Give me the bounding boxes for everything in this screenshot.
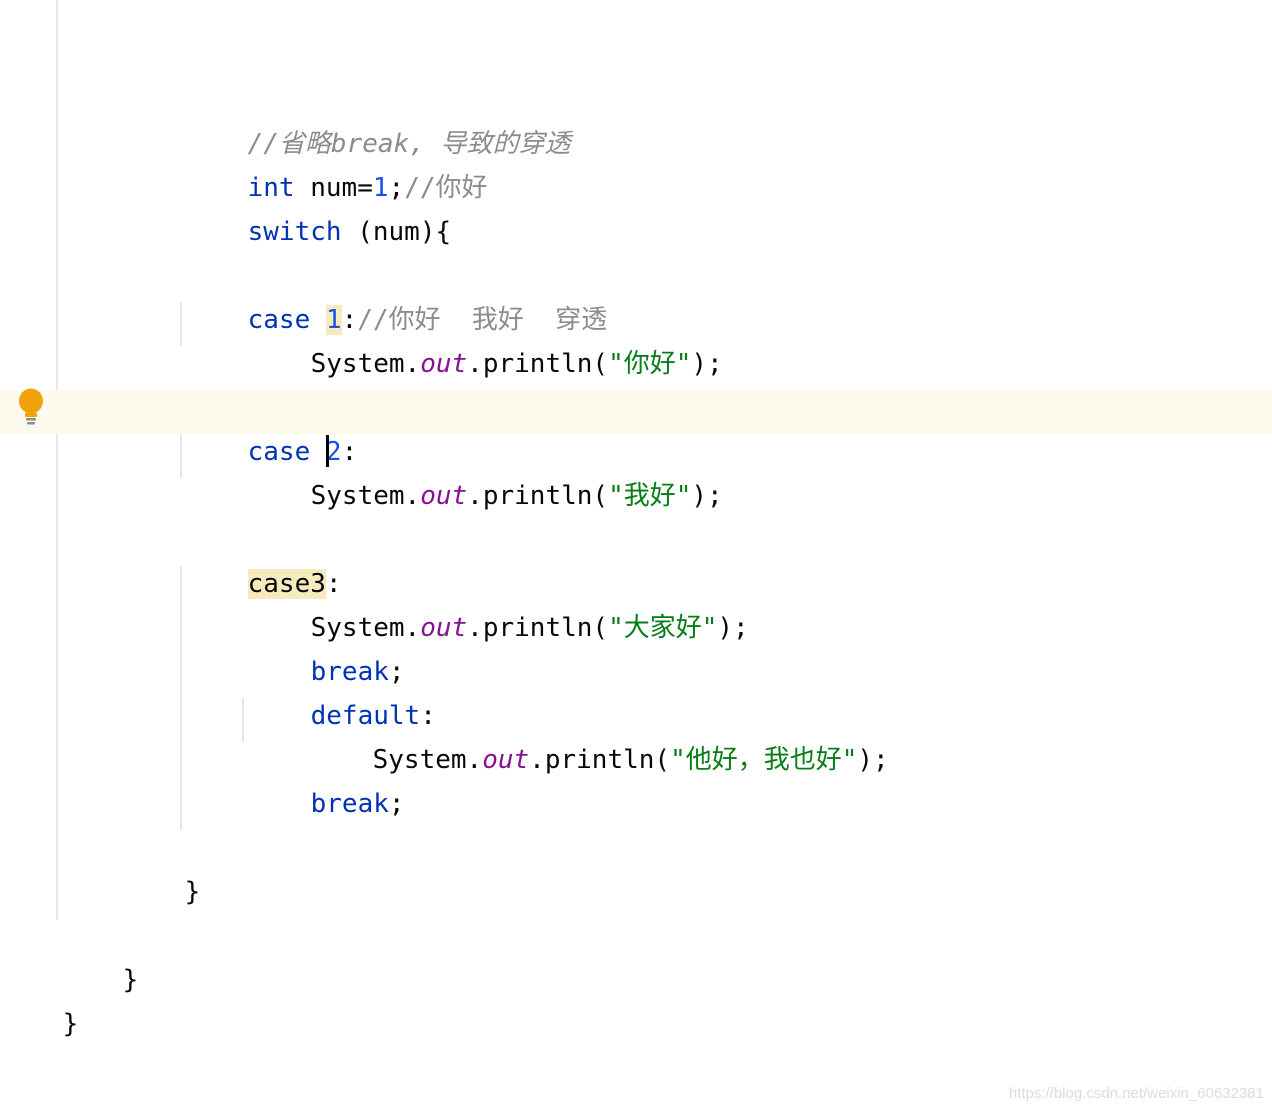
string-literal: "大家好" [608,613,718,643]
code-line-println-wohao[interactable]: System.out.println("我好"); [248,436,723,511]
call-close: ); [691,349,723,379]
code-line-case1[interactable]: case 1://你好 我好 穿透 [185,260,607,335]
code-line-comment[interactable]: //省略break, 导致的穿透 [185,84,571,159]
call-close: ); [857,745,889,775]
closing-brace: } [62,1009,79,1039]
watermark: https://blog.csdn.net/weixin_60632381 [1008,1085,1264,1102]
code-line-println-dajiahao[interactable]: System.out.println("大家好"); [248,568,749,643]
call-close: ); [691,481,723,511]
out-field: out [482,745,530,775]
code-line-case3[interactable]: case3: [185,524,342,599]
code-line-println-nihao[interactable]: System.out.println("你好"); [248,304,723,379]
indent-guide-case2 [180,434,182,478]
code-editor[interactable]: //省略break, 导致的穿透 int num=1;//你好 switch (… [0,0,1272,1112]
out-field: out [420,613,468,643]
code-line-break-2[interactable]: break; [248,744,405,819]
println-call: .println( [467,349,609,379]
out-field: out [420,481,468,511]
indent-guide-case1 [180,302,182,346]
indent-guide-default [242,698,244,742]
closing-brace: } [122,965,139,995]
code-line-case2[interactable]: case 2: [185,392,357,467]
println-call: .println( [467,613,609,643]
semicolon: ; [388,789,405,819]
out-field: out [420,349,468,379]
code-line-default[interactable]: default: [248,656,436,731]
closing-brace: } [184,877,201,907]
code-line-switch[interactable]: switch (num){ [185,172,452,247]
println-call: .println( [529,745,671,775]
call-close: ); [717,613,749,643]
keyword-break: break [310,789,389,819]
indent-guide-method [56,0,58,920]
code-line-switch-close[interactable]: } [122,832,201,907]
code-line-class-close[interactable]: } [0,964,79,1039]
string-literal: "他好，我也好" [670,745,858,775]
switch-expression: (num){ [341,217,452,247]
code-line-declaration[interactable]: int num=1;//你好 [185,128,488,203]
code-line-println-tahao[interactable]: System.out.println("他好，我也好"); [310,700,889,775]
code-line-method-close[interactable]: } [60,920,139,995]
system-class: System. [310,349,421,379]
keyword-switch: switch [247,217,342,247]
indent-guide-case3 [180,566,182,830]
system-class: System. [310,481,421,511]
lightbulb-icon[interactable] [16,388,46,428]
println-call: .println( [467,481,609,511]
string-literal: "我好" [608,481,692,511]
string-literal: "你好" [608,349,692,379]
code-line-break-1[interactable]: break; [248,612,405,687]
